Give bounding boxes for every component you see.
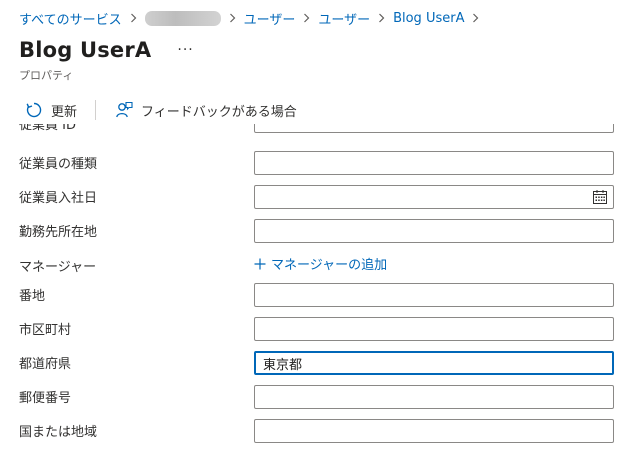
add-manager-label: マネージャーの追加 (271, 258, 388, 273)
employee-type-input[interactable] (254, 151, 614, 175)
refresh-label: 更新 (51, 104, 78, 120)
chevron-right-icon (378, 13, 385, 23)
title-row: Blog UserA ··· (19, 38, 194, 62)
city-label: 市区町村 (19, 323, 72, 338)
chevron-right-icon (229, 13, 236, 23)
city-input[interactable] (254, 317, 614, 341)
employee-type-row: 従業員の種類 (0, 151, 623, 185)
employee-id-label: 従業員 ID (19, 124, 76, 133)
city-row: 市区町村 (0, 317, 623, 351)
employee-id-row: 従業員 ID (0, 124, 623, 141)
street-label: 番地 (19, 289, 46, 304)
refresh-icon (24, 100, 44, 120)
street-input[interactable] (254, 283, 614, 307)
postal-code-input[interactable] (254, 385, 614, 409)
breadcrumb: すべてのサービス ユーザー ユーザー Blog UserA (19, 9, 487, 28)
office-location-row: 勤務先所在地 (0, 219, 623, 253)
chevron-right-icon (303, 13, 310, 23)
feedback-button[interactable]: フィードバックがある場合 (114, 100, 297, 120)
state-input[interactable]: 東京都 (254, 351, 614, 375)
chevron-right-icon (130, 13, 137, 23)
add-manager-link[interactable]: マネージャーの追加 (254, 254, 387, 273)
breadcrumb-users-2[interactable]: ユーザー (318, 9, 370, 28)
street-row: 番地 (0, 283, 623, 317)
refresh-button[interactable]: 更新 (24, 100, 77, 120)
hire-date-label: 従業員入社日 (19, 191, 98, 206)
page-title: Blog UserA (19, 38, 152, 62)
employee-type-label: 従業員の種類 (19, 157, 98, 172)
breadcrumb-all-services[interactable]: すべてのサービス (19, 9, 122, 28)
postal-code-label: 郵便番号 (19, 391, 72, 406)
office-location-input[interactable] (254, 219, 614, 243)
calendar-icon[interactable] (592, 189, 608, 205)
state-input-value: 東京都 (263, 357, 303, 373)
country-input[interactable] (254, 419, 614, 443)
plus-icon (254, 258, 266, 270)
breadcrumb-users[interactable]: ユーザー (244, 9, 296, 28)
hire-date-row: 従業員入社日 (0, 185, 623, 219)
office-location-label: 勤務先所在地 (19, 225, 98, 240)
state-label: 都道府県 (19, 357, 72, 372)
breadcrumb-blog-usera[interactable]: Blog UserA (393, 11, 464, 26)
chevron-right-icon (472, 13, 479, 23)
more-options-button[interactable]: ··· (177, 42, 193, 58)
hire-date-input[interactable] (254, 185, 614, 209)
postal-code-row: 郵便番号 (0, 385, 623, 419)
command-bar: 更新 フィードバックがある場合 (24, 98, 297, 122)
manager-label: マネージャー (19, 260, 97, 275)
state-row: 都道府県 東京都 (0, 351, 623, 385)
feedback-person-icon (114, 100, 134, 120)
employee-id-input[interactable] (254, 124, 614, 133)
feedback-label: フィードバックがある場合 (141, 104, 297, 120)
toolbar-divider (95, 100, 97, 120)
country-label: 国または地域 (19, 425, 98, 440)
page-subtitle: プロパティ (19, 69, 74, 82)
country-row: 国または地域 (0, 419, 623, 453)
redacted-tenant-crumb[interactable] (144, 10, 221, 26)
properties-form: 従業員 ID 従業員の種類 従業員入社日 勤務先所在地 マネージャー マネージャ… (0, 124, 623, 453)
